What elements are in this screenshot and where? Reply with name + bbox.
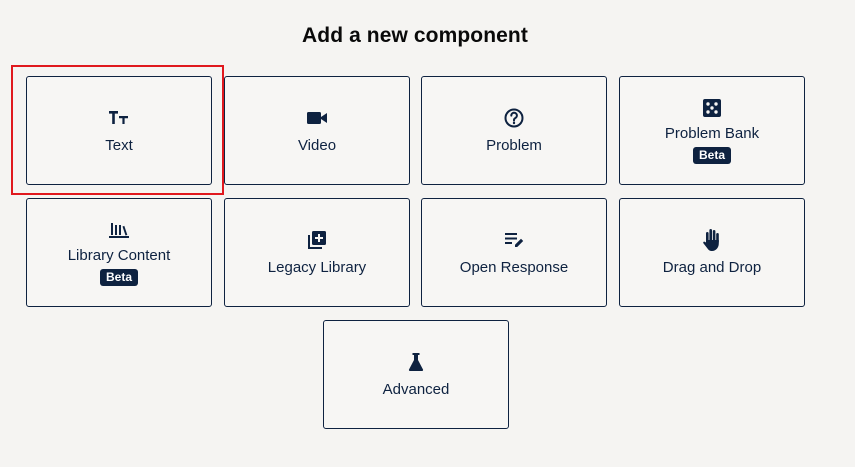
component-library-content-button[interactable]: Library Content Beta: [26, 198, 212, 307]
library-books-icon: [108, 219, 130, 241]
component-problem-bank-button[interactable]: Problem Bank Beta: [619, 76, 805, 185]
component-drag-and-drop-button[interactable]: Drag and Drop: [619, 198, 805, 307]
beta-badge: Beta: [692, 147, 731, 164]
component-video-button[interactable]: Video: [224, 76, 410, 185]
hand-icon: [701, 228, 723, 251]
edit-note-icon: [503, 229, 525, 251]
beta-badge: Beta: [99, 269, 138, 286]
question-circle-icon: [503, 107, 525, 129]
component-advanced-label: Advanced: [382, 380, 450, 398]
flask-icon: [405, 351, 427, 373]
text-format-icon: [108, 107, 130, 129]
component-text-label: Text: [105, 136, 133, 154]
component-legacy-library-label: Legacy Library: [267, 258, 367, 276]
component-legacy-library-button[interactable]: Legacy Library: [224, 198, 410, 307]
library-add-icon: [306, 229, 328, 251]
video-camera-icon: [306, 107, 328, 129]
component-text-button[interactable]: Text: [26, 76, 212, 185]
component-problem-button[interactable]: Problem: [421, 76, 607, 185]
component-advanced-button[interactable]: Advanced: [323, 320, 509, 429]
component-open-response-button[interactable]: Open Response: [421, 198, 607, 307]
component-drag-and-drop-label: Drag and Drop: [662, 258, 762, 276]
page-title: Add a new component: [302, 24, 528, 47]
dice-icon: [701, 97, 723, 119]
component-library-content-label: Library Content: [67, 247, 171, 264]
component-video-label: Video: [297, 136, 337, 154]
component-problem-bank-label: Problem Bank: [664, 125, 760, 142]
component-open-response-label: Open Response: [459, 258, 569, 276]
component-problem-label: Problem: [486, 136, 542, 154]
